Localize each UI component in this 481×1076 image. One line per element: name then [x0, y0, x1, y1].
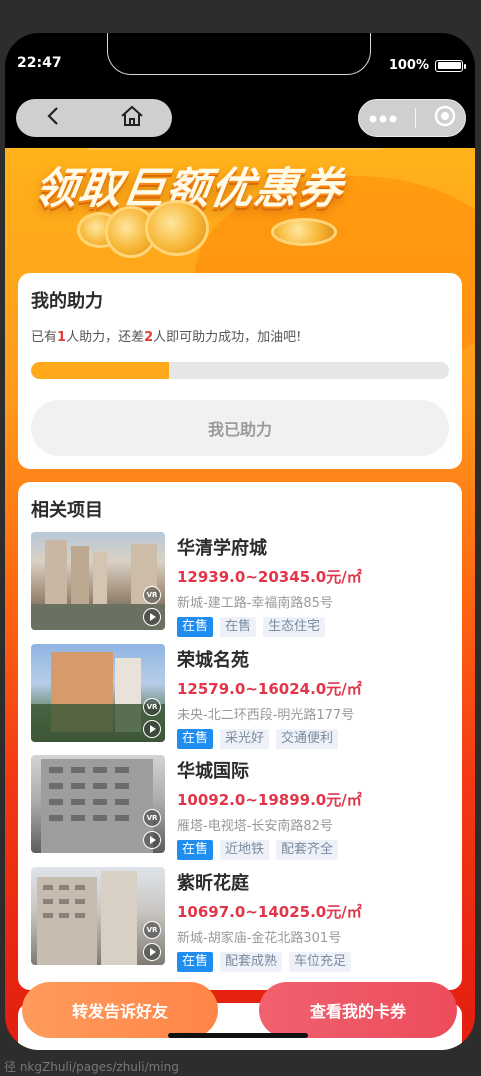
- already-assisted-button[interactable]: 我已助力: [31, 400, 449, 456]
- assist-card: 我的助力 已有1人助力，还差2人即可助力成功，加油吧! 我已助力: [18, 273, 462, 469]
- tag: 在售: [177, 729, 214, 749]
- assist-text: 已有1人助力，还差2人即可助力成功，加油吧!: [31, 330, 302, 345]
- project-price: 12579.0~16024.0元/㎡: [177, 680, 362, 698]
- nav-capsule-left: [16, 99, 172, 137]
- project-name: 紫昕花庭: [177, 873, 249, 894]
- play-icon[interactable]: [143, 943, 161, 961]
- battery-icon: [435, 59, 466, 72]
- assist-progress-bar: [31, 362, 449, 379]
- assist-title: 我的助力: [31, 291, 103, 312]
- tag: 在售: [177, 840, 214, 860]
- project-name: 荣城名苑: [177, 650, 249, 671]
- tag: 采光好: [220, 729, 270, 749]
- project-thumbnail[interactable]: VR: [31, 644, 165, 742]
- project-item[interactable]: VR 荣城名苑 12579.0~16024.0元/㎡ 未央-北二环西段-明光路1…: [31, 644, 451, 749]
- tag: 在售: [220, 617, 257, 637]
- coin-icon: [271, 218, 337, 246]
- status-time: 22:47: [17, 55, 62, 71]
- remaining-count: 2: [144, 330, 154, 345]
- project-address: 新城-建工路-幸福南路85号: [177, 596, 333, 611]
- banner: 领取巨额优惠券: [5, 148, 475, 376]
- more-icon[interactable]: [368, 109, 398, 128]
- nav-capsule-right: [358, 99, 466, 137]
- assist-progress-fill: [31, 362, 169, 379]
- project-address: 雁塔-电视塔-长安南路82号: [177, 819, 333, 834]
- vr-icon[interactable]: VR: [143, 586, 161, 604]
- project-price: 10092.0~19899.0元/㎡: [177, 791, 362, 809]
- helped-count: 1: [57, 330, 67, 345]
- project-tags: 在售 配套成熟 车位充足: [177, 952, 352, 972]
- project-tags: 在售 采光好 交通便利: [177, 729, 339, 749]
- project-item[interactable]: VR 华城国际 10092.0~19899.0元/㎡ 雁塔-电视塔-长安南路82…: [31, 755, 451, 860]
- project-thumbnail[interactable]: VR: [31, 867, 165, 965]
- view-my-coupons-button[interactable]: 查看我的卡券: [259, 982, 457, 1038]
- close-mini-program-icon[interactable]: [433, 104, 457, 132]
- project-thumbnail[interactable]: VR: [31, 755, 165, 853]
- tag: 近地铁: [220, 840, 270, 860]
- project-item[interactable]: VR 紫昕花庭 10697.0~14025.0元/㎡ 新城-胡家庙-金花北路30…: [31, 867, 451, 972]
- tag: 配套齐全: [276, 840, 339, 860]
- tag: 交通便利: [276, 729, 339, 749]
- vr-icon[interactable]: VR: [143, 698, 161, 716]
- coin-icon: [145, 200, 209, 256]
- project-address: 未央-北二环西段-明光路177号: [177, 708, 355, 723]
- back-icon[interactable]: [43, 105, 65, 131]
- footer-url: 径 nkgZhuli/pages/zhuli/ming: [0, 1058, 481, 1076]
- nav-divider: [414, 108, 416, 128]
- project-price: 12939.0~20345.0元/㎡: [177, 568, 362, 586]
- tag: 生态住宅: [263, 617, 326, 637]
- phone-frame: 22:47 100% 领取巨额优惠券 我的助力 已有1人助力，还差2人即可助力成…: [5, 33, 475, 1050]
- vr-icon[interactable]: VR: [143, 921, 161, 939]
- share-to-friends-button[interactable]: 转发告诉好友: [22, 982, 218, 1038]
- project-tags: 在售 近地铁 配套齐全: [177, 840, 339, 860]
- project-price: 10697.0~14025.0元/㎡: [177, 903, 362, 921]
- project-item[interactable]: VR 华清学府城 12939.0~20345.0元/㎡ 新城-建工路-幸福南路8…: [31, 532, 451, 637]
- tag: 在售: [177, 617, 214, 637]
- page-content: 领取巨额优惠券 我的助力 已有1人助力，还差2人即可助力成功，加油吧! 我已助力…: [5, 148, 475, 1050]
- tag: 在售: [177, 952, 214, 972]
- status-right: 100%: [388, 58, 466, 73]
- related-projects-card: 相关项目 VR 华清学府城 12939.0~20345.0元/㎡ 新城-建工路-…: [18, 482, 462, 990]
- play-icon[interactable]: [143, 720, 161, 738]
- battery-percent: 100%: [388, 58, 429, 73]
- project-name: 华城国际: [177, 761, 249, 782]
- vr-icon[interactable]: VR: [143, 809, 161, 827]
- projects-title: 相关项目: [31, 500, 103, 521]
- play-icon[interactable]: [143, 831, 161, 849]
- project-thumbnail[interactable]: VR: [31, 532, 165, 630]
- project-name: 华清学府城: [177, 538, 267, 559]
- project-tags: 在售 在售 生态住宅: [177, 617, 326, 637]
- home-indicator: [168, 1033, 308, 1038]
- home-icon[interactable]: [119, 104, 145, 132]
- tag: 车位充足: [289, 952, 352, 972]
- play-icon[interactable]: [143, 608, 161, 626]
- notch: [107, 33, 371, 75]
- project-address: 新城-胡家庙-金花北路301号: [177, 931, 342, 946]
- tag: 配套成熟: [220, 952, 283, 972]
